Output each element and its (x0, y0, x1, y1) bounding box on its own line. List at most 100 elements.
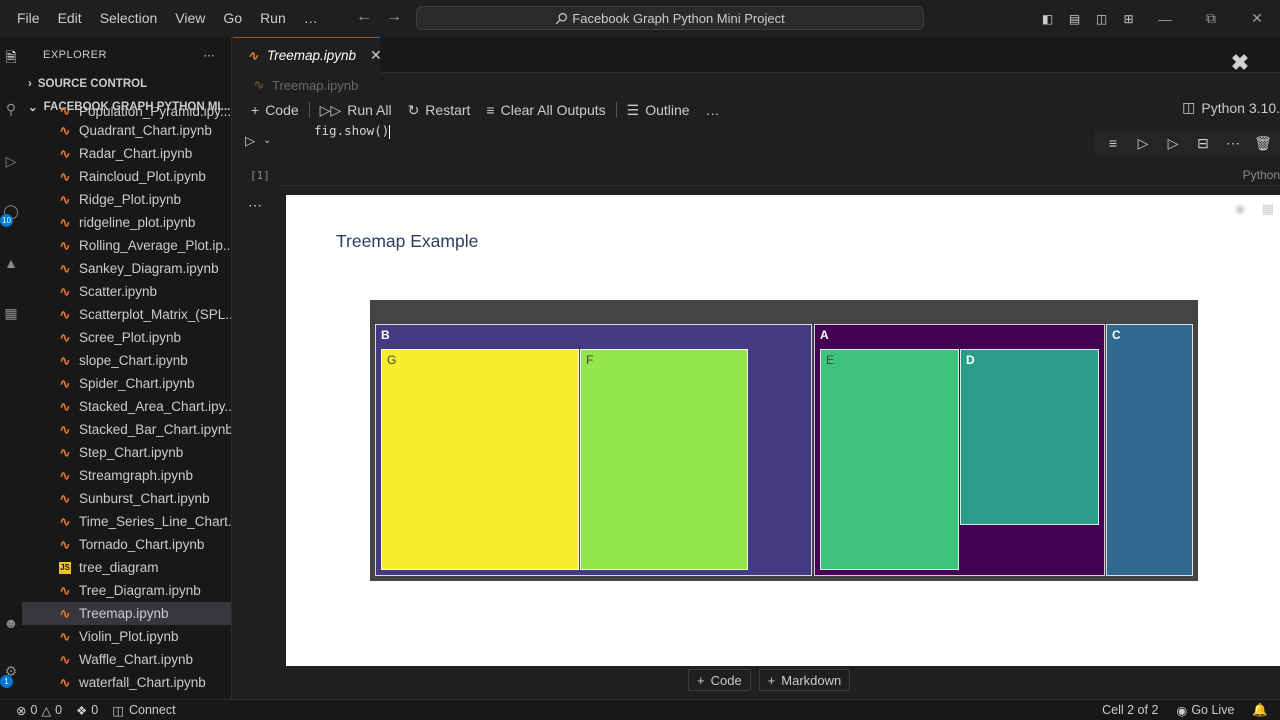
go-live-button[interactable]: ◉ Go Live (1176, 703, 1234, 718)
split-cell-icon[interactable]: ⊟ (1190, 135, 1216, 152)
breadcrumb[interactable]: ∿ Treemap.ipynb (251, 77, 359, 93)
menu-selection[interactable]: Selection (91, 0, 167, 37)
file-item[interactable]: ∿ Tornado_Chart.ipynb (22, 533, 231, 556)
file-item[interactable]: JS tree_diagram (22, 556, 231, 579)
cell-run-controls: ▷ ⌄ (245, 133, 271, 149)
toolbar-more-button[interactable]: … (698, 102, 728, 118)
file-item[interactable]: ∿ Violin_Plot.ipynb (22, 625, 231, 648)
treemap-node-g[interactable]: G (381, 349, 579, 570)
restart-button[interactable]: ↻ Restart (400, 102, 479, 119)
treemap-node-c[interactable]: C (1106, 324, 1193, 576)
clear-all-outputs-button[interactable]: ≡ Clear All Outputs (478, 102, 613, 118)
execute-below-icon[interactable]: ▷ (1160, 135, 1186, 152)
file-item[interactable]: ∿ Ridge_Plot.ipynb (22, 188, 231, 211)
file-item[interactable]: ∿ Radar_Chart.ipynb (22, 142, 231, 165)
file-item[interactable]: ∿ Tree_Diagram.ipynb (22, 579, 231, 602)
add-markdown-button[interactable]: + Markdown (758, 669, 851, 691)
menu-view[interactable]: View (166, 0, 214, 37)
explorer-sidebar: EXPLORER ⋯ › SOURCE CONTROL ⌄ FACEBOOK G… (22, 37, 232, 699)
file-item[interactable]: ∿ waterfall_Chart.ipynb (22, 671, 231, 694)
code-line[interactable]: fig.show() (314, 123, 391, 139)
file-item[interactable]: ∿ Scatter.ipynb (22, 280, 231, 303)
file-item[interactable]: ∿ Waffle_Chart.ipynb (22, 648, 231, 671)
file-item[interactable]: ∿ slope_Chart.ipynb (22, 349, 231, 372)
testing-icon[interactable]: ▲ (0, 251, 22, 275)
execute-above-icon[interactable]: ▷ (1130, 135, 1156, 152)
problems-indicator[interactable]: ⊗ 0 △ 0 (16, 703, 62, 718)
menu-go[interactable]: Go (214, 0, 251, 37)
delete-cell-icon[interactable]: 🗑 (1250, 135, 1276, 152)
source-control-label: SOURCE CONTROL (37, 78, 148, 90)
connect-button[interactable]: ◫ Connect (112, 703, 175, 718)
file-item[interactable]: ∿ Time_Series_Line_Chart... (22, 510, 231, 533)
file-item[interactable]: ∿ Stacked_Bar_Chart.ipynb (22, 418, 231, 441)
extensions-icon[interactable]: ▦ (0, 301, 22, 325)
treemap-label-d: D (966, 353, 975, 367)
menu-run[interactable]: Run (251, 0, 295, 37)
file-item[interactable]: ∿ Raincloud_Plot.ipynb (22, 165, 231, 188)
customize-layout-icon[interactable]: ⊞ (1115, 9, 1142, 29)
file-item[interactable]: ∿ Stacked_Area_Chart.ipy... (22, 395, 231, 418)
command-center-search[interactable]: Facebook Graph Python Mini Project (416, 6, 924, 30)
file-item[interactable]: ∿ Scatterplot_Matrix_(SPL... (22, 303, 231, 326)
cell-position[interactable]: Cell 2 of 2 (1102, 703, 1158, 717)
minimize-icon[interactable]: — (1142, 0, 1188, 37)
file-item[interactable]: ∿ Spider_Chart.ipynb (22, 372, 231, 395)
cell-language[interactable]: Python (1243, 168, 1280, 182)
restore-icon[interactable]: ⧉ (1188, 0, 1234, 37)
kernel-label: Python 3.10. (1201, 99, 1280, 116)
toggle-panel-icon[interactable]: ▤ (1061, 9, 1088, 29)
menu-more[interactable]: … (295, 0, 327, 37)
explorer-icon[interactable]: 🗎 (0, 47, 22, 71)
file-item[interactable]: ∿ Scree_Plot.ipynb (22, 326, 231, 349)
toggle-secondary-sidebar-icon[interactable]: ◫ (1088, 9, 1115, 29)
notifications-bell-icon[interactable]: 🔔 (1252, 703, 1268, 718)
treemap-node-d[interactable]: D (960, 349, 1099, 525)
add-code-cell-button[interactable]: + Code (243, 102, 307, 118)
treemap-node-e[interactable]: E (820, 349, 959, 570)
cell-more-icon[interactable]: ⋯ (1220, 135, 1246, 152)
file-item[interactable]: ∿ Rolling_Average_Plot.ip... (22, 234, 231, 257)
file-item[interactable]: ∿ ridgeline_plot.ipynb (22, 211, 231, 234)
run-all-button[interactable]: ▷▷ Run All (312, 102, 400, 119)
plotly-logo-icon[interactable]: ▦ (1262, 201, 1274, 217)
activity-bar: 🗎 ⚲ ▷ ◯ 10 ▲ ▦ ☻ ⚙ 1 (0, 37, 22, 699)
back-arrow-icon[interactable]: ← (356, 8, 372, 26)
file-item[interactable]: ∿ Step_Chart.ipynb (22, 441, 231, 464)
account-icon[interactable]: ☻ (0, 611, 22, 635)
explorer-more-icon[interactable]: ⋯ (204, 49, 216, 62)
close-icon[interactable]: ✕ (370, 47, 382, 64)
add-code-button[interactable]: + Code (688, 669, 751, 691)
chevron-right-icon: › (28, 78, 32, 90)
toggle-primary-sidebar-icon[interactable]: ◧ (1034, 9, 1061, 29)
file-item-selected[interactable]: ∿ Treemap.ipynb (22, 602, 231, 625)
file-item[interactable]: ∿ Streamgraph.ipynb (22, 464, 231, 487)
treemap-label-e: E (826, 353, 835, 367)
kernel-picker[interactable]: ◫ Python 3.10. (1182, 99, 1280, 116)
notebook-icon: ∿ (59, 605, 71, 621)
file-item[interactable]: ∿ Sankey_Diagram.ipynb (22, 257, 231, 280)
ports-indicator[interactable]: ❖ 0 (76, 703, 98, 718)
run-debug-icon[interactable]: ▷ (0, 149, 22, 173)
notebook-icon: ∿ (59, 306, 71, 322)
output-more-icon[interactable]: ⋯ (248, 197, 263, 214)
file-item[interactable]: ∿ Population_Pyramid.ipy... (22, 107, 231, 119)
plus-icon: + (251, 102, 260, 118)
source-control-section[interactable]: › SOURCE CONTROL (22, 73, 147, 95)
search-view-icon[interactable]: ⚲ (0, 97, 22, 121)
forward-arrow-icon[interactable]: → (386, 8, 402, 26)
run-cell-icon[interactable]: ▷ (245, 133, 255, 149)
camera-icon[interactable]: ◉ (1234, 201, 1245, 217)
file-item[interactable]: ∿ Sunburst_Chart.ipynb (22, 487, 231, 510)
menu-file[interactable]: File (8, 0, 49, 37)
close-window-icon[interactable]: ✕ (1234, 0, 1280, 37)
notebook-icon: ∿ (59, 352, 71, 368)
run-by-line-icon[interactable]: ≡ (1100, 135, 1126, 151)
tab-treemap[interactable]: ∿ Treemap.ipynb ✕ (233, 37, 382, 73)
treemap-node-f[interactable]: F (580, 349, 748, 570)
menu-edit[interactable]: Edit (49, 0, 91, 37)
run-options-chevron-icon[interactable]: ⌄ (263, 133, 271, 149)
outline-button[interactable]: ☰ Outline (619, 102, 698, 119)
file-item[interactable]: ∿ Quadrant_Chart.ipynb (22, 119, 231, 142)
notebook-icon: ∿ (59, 628, 71, 644)
